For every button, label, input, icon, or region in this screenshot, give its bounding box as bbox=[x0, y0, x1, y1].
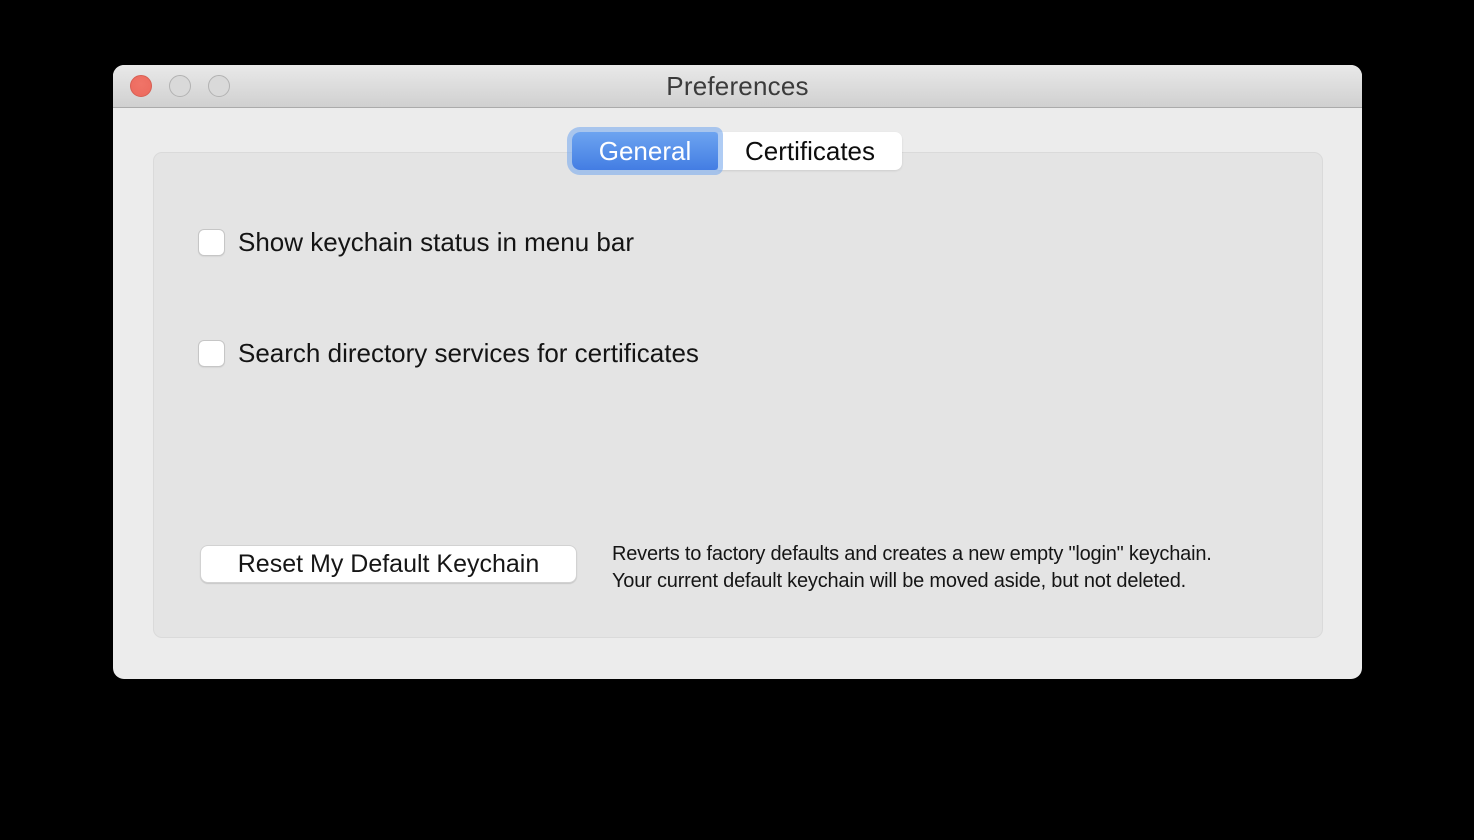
checkbox-search-directory-services-label: Search directory services for certificat… bbox=[238, 338, 699, 369]
tab-general-label: General bbox=[599, 136, 692, 167]
checkbox-row-search-directory-services[interactable]: Search directory services for certificat… bbox=[198, 333, 699, 373]
reset-description-line2: Your current default keychain will be mo… bbox=[612, 568, 1212, 595]
tab-certificates-label: Certificates bbox=[745, 136, 875, 167]
tab-certificates[interactable]: Certificates bbox=[718, 132, 902, 170]
checkbox-row-show-keychain-status[interactable]: Show keychain status in menu bar bbox=[198, 222, 634, 262]
desktop-background: Preferences General Certificates Show ke… bbox=[0, 0, 1474, 840]
checkbox-show-keychain-status[interactable] bbox=[198, 229, 225, 256]
reset-description-line1: Reverts to factory defaults and creates … bbox=[612, 541, 1212, 568]
preferences-window: Preferences General Certificates Show ke… bbox=[113, 65, 1362, 679]
titlebar[interactable]: Preferences bbox=[113, 65, 1362, 108]
tab-general[interactable]: General bbox=[572, 132, 718, 170]
reset-default-keychain-button[interactable]: Reset My Default Keychain bbox=[200, 545, 577, 583]
tab-bar: General Certificates bbox=[572, 132, 902, 170]
checkbox-search-directory-services[interactable] bbox=[198, 340, 225, 367]
reset-description: Reverts to factory defaults and creates … bbox=[612, 541, 1212, 594]
window-title: Preferences bbox=[113, 65, 1362, 108]
checkbox-show-keychain-status-label: Show keychain status in menu bar bbox=[238, 227, 634, 258]
